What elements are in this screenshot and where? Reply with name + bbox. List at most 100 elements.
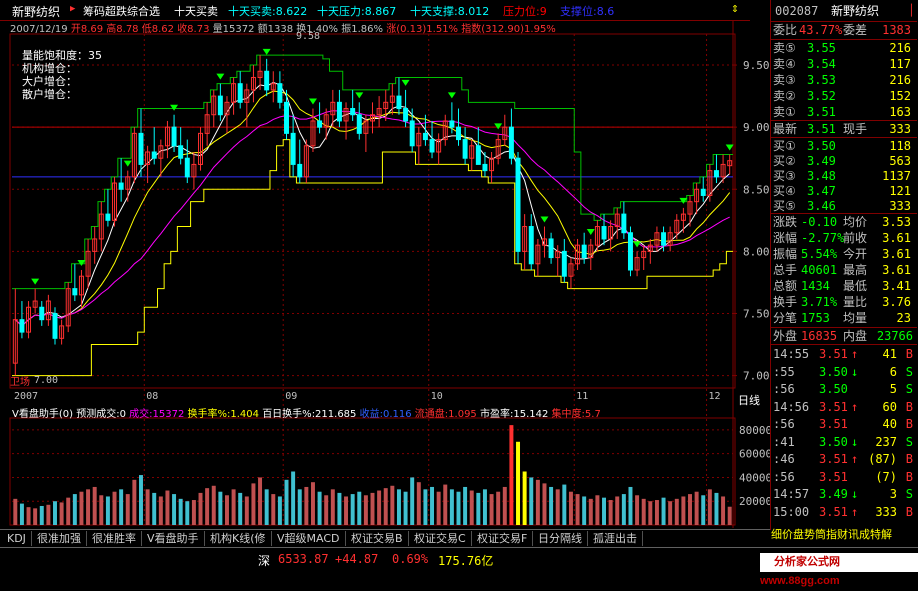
indicator-tab-bar: KDJ 很准加强 很准胜率 V看盘助手 机构K线(修 V超级MACD 权证交易B 权证交易C 权…	[0, 529, 770, 547]
volume-bar	[297, 489, 302, 525]
volume-bar	[178, 498, 183, 525]
stat-label: 振幅	[773, 247, 798, 261]
bar-index: 指数(312.90)1.95%	[461, 24, 556, 34]
scroll-arrow-icon[interactable]: ⇕	[731, 1, 739, 16]
bar-change: 涨(0.13)1.51%	[386, 24, 459, 34]
low-price-mark: 7.00	[34, 375, 59, 386]
volume-bar	[152, 492, 157, 525]
candle-down	[184, 157, 190, 178]
stat-row: 换手 3.71% 量比 3.76	[771, 294, 917, 310]
low-tag: 卫场	[10, 377, 30, 388]
candle-down	[462, 139, 468, 159]
tick-row: 15:00 3.51 ↑ 333 B	[771, 504, 917, 520]
tick-row: 14:55 3.51 ↑ 41 B	[771, 346, 917, 362]
volume-bar	[721, 496, 726, 525]
stat-row: 涨跌 -0.10 均价 3.53	[771, 214, 917, 230]
price-tick-label: 8.50	[743, 183, 770, 196]
row-price: 3.46	[807, 199, 836, 213]
stat-value-2: 3.61	[882, 231, 911, 245]
row-price: 3.48	[807, 169, 836, 183]
candle-down	[138, 132, 144, 165]
tab-1[interactable]: 很准加强	[32, 531, 87, 546]
tick-price: 3.50	[819, 382, 848, 396]
row-price: 3.47	[807, 184, 836, 198]
volume-bar	[436, 491, 441, 525]
signal-arrow-icon	[123, 160, 132, 167]
volume-bar	[86, 489, 91, 525]
candle-down	[581, 244, 587, 259]
volume-bar	[416, 482, 421, 525]
volume-bar	[271, 494, 276, 525]
vol-float: 流通盘:1.095	[414, 409, 477, 420]
tick-flag: B	[905, 452, 913, 466]
ad-banner[interactable]: 分析家公式网 www.88gg.com	[760, 553, 918, 587]
volume-bar	[701, 495, 706, 525]
wei-bi-row: 委比 43.77% 委差 1383	[771, 22, 917, 38]
row-label: 买⑤	[773, 199, 796, 213]
signal-arrow-icon	[77, 260, 86, 266]
volume-bar	[264, 489, 269, 525]
quote-stock-name: 新野纺织	[831, 4, 880, 18]
market-label: 深	[258, 554, 271, 568]
signal-arrow-icon	[679, 197, 688, 204]
stat-row: 总额 1434 最低 3.41	[771, 278, 917, 294]
volume-bar	[542, 483, 547, 525]
tab-3[interactable]: V看盘助手	[142, 531, 205, 546]
candle-down	[456, 126, 461, 141]
tab-2[interactable]: 很准胜率	[87, 531, 142, 546]
tick-direction: ↑	[851, 399, 859, 414]
volume-bar	[443, 484, 448, 525]
panel-bottom-tabs[interactable]: 细价盘势筒指财讯成特解	[771, 527, 917, 543]
tick-price: 3.51	[819, 417, 848, 431]
stat-label: 总额	[773, 279, 798, 293]
tab-0[interactable]: KDJ	[2, 531, 32, 546]
candle-down	[713, 170, 719, 178]
volume-bar	[205, 488, 210, 525]
candle-down	[601, 226, 607, 240]
volume-bar	[198, 492, 203, 525]
volume-bar	[244, 496, 249, 525]
tab-7[interactable]: 权证交易C	[409, 531, 472, 546]
volume-bar	[13, 498, 18, 525]
chart-title-bar: 新野纺织 ▶ 筹码超跌综合选 十天买卖 十天买卖:8.622 十天压力:8.86…	[0, 0, 750, 21]
stock-code: 002087	[775, 4, 819, 18]
tab-10[interactable]: 孤涯出击	[588, 531, 643, 546]
stat-label: 涨幅	[773, 231, 798, 245]
candle-down	[151, 151, 157, 159]
tick-row: :56 3.51 (7) B	[771, 469, 917, 485]
volume-bar	[396, 489, 401, 525]
month-label: 09	[285, 391, 297, 402]
triangle-menu-icon[interactable]: ▶	[70, 4, 75, 14]
study-name[interactable]: 筹码超跌综合选	[83, 3, 160, 19]
volume-bar	[555, 489, 560, 525]
tick-direction: ↓	[851, 364, 859, 379]
volume-bar	[277, 496, 282, 525]
vol-study-name[interactable]: V看盘助手(0)	[12, 409, 73, 420]
tab-4[interactable]: 机构K线(修	[205, 531, 272, 546]
tab-8[interactable]: 权证交易F	[472, 531, 534, 546]
volume-bar	[449, 489, 454, 525]
price-tick-label: 7.00	[743, 370, 770, 383]
volume-bar	[430, 486, 435, 525]
volume-bar	[112, 491, 117, 525]
volume-header: V看盘助手(0) 预测成交:0 成交:15372 换手率%:1.404 百日换手…	[12, 405, 601, 420]
tick-price: 3.51	[819, 347, 848, 361]
volume-tick-label: 20000	[739, 495, 772, 508]
volume-bar	[694, 491, 699, 525]
day-line-label[interactable]: 日线	[738, 392, 760, 408]
signal-arrow-icon	[540, 216, 549, 223]
stat-row: 分笔 1753 均量 23	[771, 310, 917, 326]
volume-bar	[119, 489, 124, 525]
volume-bar	[403, 491, 408, 525]
tab-5[interactable]: V超级MACD	[272, 531, 346, 546]
volume-bar	[72, 494, 77, 525]
tab-9[interactable]: 日分隔线	[533, 531, 588, 546]
stat-value-2: 3.61	[882, 247, 911, 261]
volume-bar	[562, 484, 567, 525]
vol-concentration: 集中度:5.7	[551, 409, 601, 420]
signal-arrow-icon	[31, 278, 40, 285]
tab-6[interactable]: 权证交易B	[346, 531, 409, 546]
volume-bar	[707, 489, 712, 525]
stat-value-2: 23	[896, 311, 911, 325]
panel-toggle-icon[interactable]: ▕	[905, 3, 912, 19]
